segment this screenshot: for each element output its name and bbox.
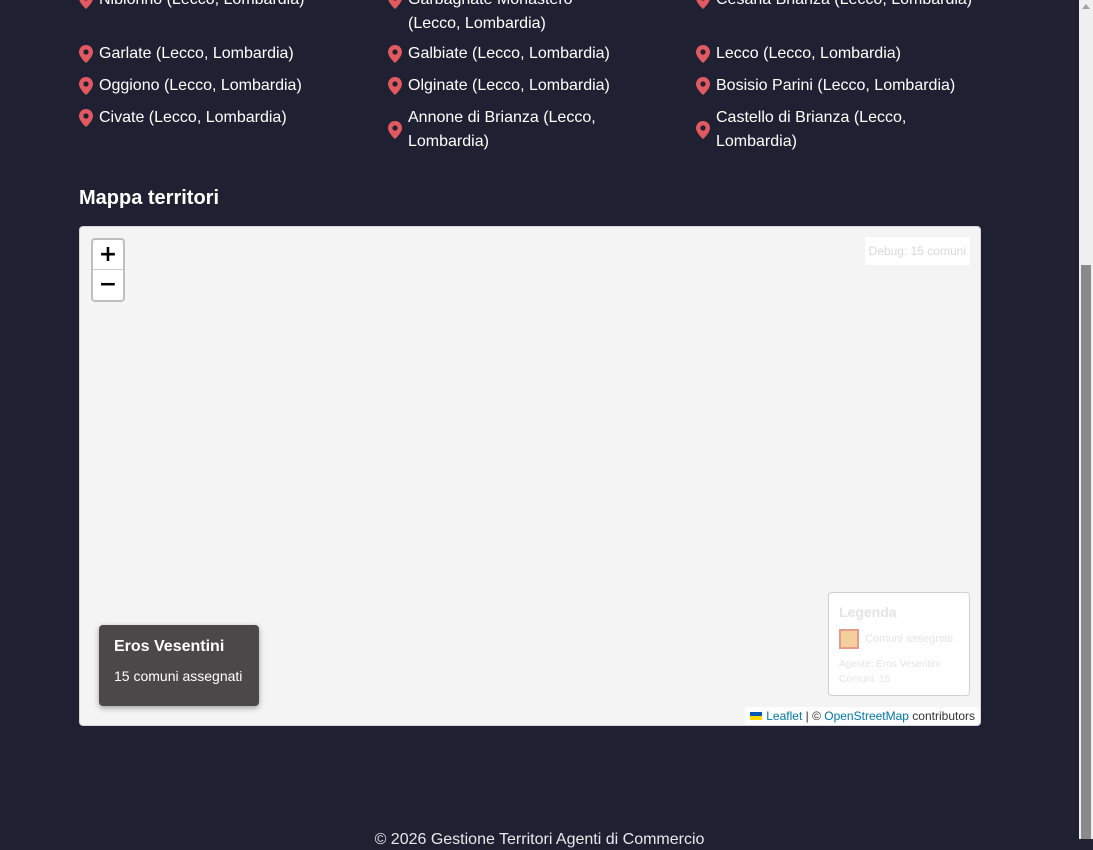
comune-label: Civate (Lecco, Lombardia) — [99, 109, 287, 126]
comune-item: Cesana Brianza (Lecco, Lombardia) — [696, 0, 986, 12]
comune-label: Olginate (Lecco, Lombardia) — [408, 77, 610, 94]
section-title: Mappa territori — [79, 187, 220, 209]
map-pin-icon — [79, 45, 93, 63]
scrollbar-thumb[interactable] — [1081, 265, 1091, 839]
comune-item: Garbagnate Monastero (Lecco, Lombardia) — [388, 0, 628, 36]
map-pin-icon — [696, 121, 710, 139]
comune-label: Castello di Brianza (Lecco, Lombardia) — [716, 109, 907, 150]
comune-label: Bosisio Parini (Lecco, Lombardia) — [716, 77, 956, 94]
zoom-in-button[interactable]: + — [93, 240, 123, 270]
leaflet-link[interactable]: Leaflet — [766, 709, 802, 723]
comune-label: Lecco (Lecco, Lombardia) — [716, 45, 901, 62]
map-pin-icon — [696, 77, 710, 95]
map-pin-icon — [79, 0, 93, 9]
legend-agent: Agente: Eros Vesentini — [839, 659, 941, 670]
comune-item: Castello di Brianza (Lecco, Lombardia) — [696, 106, 936, 154]
comune-item: Nibionno (Lecco, Lombardia) — [79, 0, 369, 12]
debug-info: Debug: 15 comuni — [864, 237, 970, 265]
comune-item: Garlate (Lecco, Lombardia) — [79, 42, 369, 66]
comune-label: Nibionno (Lecco, Lombardia) — [99, 0, 304, 12]
map-pin-icon — [388, 77, 402, 95]
comune-item: Galbiate (Lecco, Lombardia) — [388, 42, 678, 66]
comune-label: Garlate (Lecco, Lombardia) — [99, 45, 294, 62]
map-pin-icon — [79, 77, 93, 95]
map-pin-icon — [696, 0, 710, 9]
comune-label: Annone di Brianza (Lecco, Lombardia) — [408, 109, 596, 150]
comune-label: Garbagnate Monastero (Lecco, Lombardia) — [408, 0, 573, 32]
scroll-up-arrow-icon[interactable] — [1082, 4, 1090, 9]
legend-swatch-label: Comuni assegnati — [865, 633, 954, 645]
openstreetmap-link[interactable]: OpenStreetMap — [824, 709, 909, 723]
legend-entry: Comuni assegnati — [839, 629, 959, 649]
map-legend: Legenda Comuni assegnati Agente: Eros Ve… — [828, 592, 970, 696]
map-pin-icon — [79, 109, 93, 127]
page: Nibionno (Lecco, Lombardia) Garbagnate M… — [0, 0, 1079, 848]
agent-info-card: Eros Vesentini 15 comuni assegnati — [99, 625, 259, 706]
comune-item: Lecco (Lecco, Lombardia) — [696, 42, 986, 66]
comune-label: Cesana Brianza (Lecco, Lombardia) — [716, 0, 972, 12]
attribution-suffix: contributors — [908, 709, 975, 723]
legend-title: Legenda — [839, 604, 897, 620]
map-attribution: Leaflet | © OpenStreetMap contributors — [745, 707, 980, 725]
legend-count: Comuni: 15 — [839, 674, 891, 685]
comune-item: Olginate (Lecco, Lombardia) — [388, 74, 678, 98]
map-container[interactable]: + − Debug: 15 comuni Legenda Comuni asse… — [79, 226, 981, 726]
comune-item: Oggiono (Lecco, Lombardia) — [79, 74, 369, 98]
legend-swatch — [839, 629, 859, 649]
comune-item: Annone di Brianza (Lecco, Lombardia) — [388, 106, 628, 154]
comune-label: Oggiono (Lecco, Lombardia) — [99, 77, 302, 94]
zoom-out-button[interactable]: − — [93, 270, 123, 300]
agent-comuni-count: 15 comuni assegnati — [114, 668, 243, 684]
comune-item: Civate (Lecco, Lombardia) — [79, 106, 369, 130]
comune-item: Bosisio Parini (Lecco, Lombardia) — [696, 74, 986, 98]
map-pin-icon — [696, 45, 710, 63]
agent-name: Eros Vesentini — [114, 638, 225, 655]
map-pin-icon — [388, 121, 402, 139]
page-scrollbar[interactable] — [1079, 0, 1093, 839]
map-pin-icon — [388, 0, 402, 9]
comune-label: Galbiate (Lecco, Lombardia) — [408, 45, 610, 62]
ukraine-flag-icon — [750, 712, 763, 720]
attribution-separator: | © — [802, 709, 825, 723]
map-pin-icon — [388, 45, 402, 63]
zoom-control: + − — [91, 238, 125, 302]
footer-text: © 2026 Gestione Territori Agenti di Comm… — [374, 831, 705, 848]
